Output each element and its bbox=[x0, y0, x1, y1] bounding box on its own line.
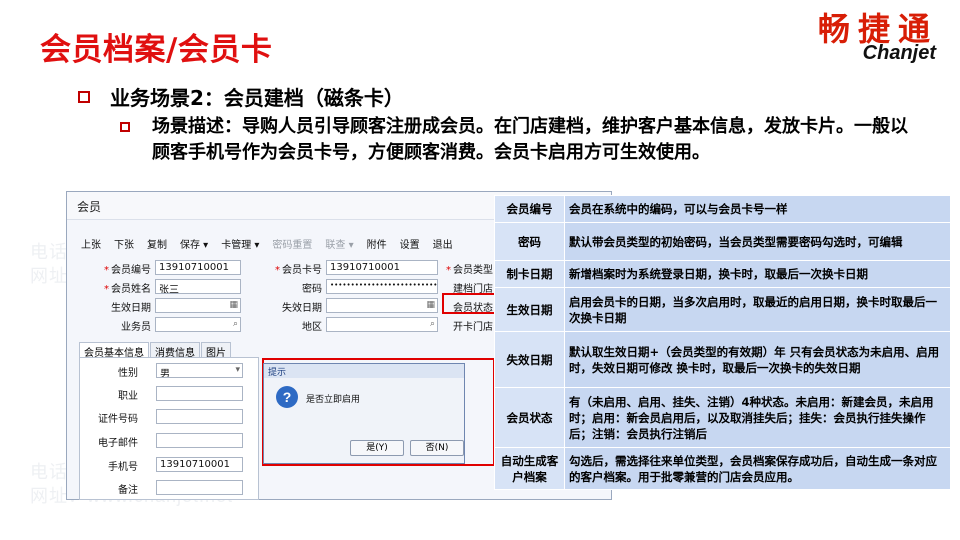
card-store-label: 开卡门店 bbox=[453, 322, 493, 333]
job-label: 职业 bbox=[118, 391, 138, 402]
password-input[interactable]: •••••••••••••••••••••••••••• bbox=[326, 279, 438, 294]
table-value-cell: 新增档案时为系统登录日期，换卡时，取最后一次换卡日期 bbox=[564, 260, 951, 288]
yes-button[interactable]: 是(Y) bbox=[350, 440, 404, 456]
table-key-cell: 生效日期 bbox=[494, 287, 565, 332]
table-value-cell: 会员在系统中的编码，可以与会员卡号一样 bbox=[564, 195, 951, 223]
chanjet-logo: 畅捷通 Chanjet bbox=[776, 4, 946, 70]
job-input[interactable] bbox=[156, 386, 243, 401]
remark-input[interactable] bbox=[156, 480, 243, 495]
id-number-label: 证件号码 bbox=[98, 414, 138, 425]
gender-label: 性别 bbox=[118, 368, 138, 379]
reset-password-button[interactable]: 密码重置 bbox=[272, 236, 312, 251]
effective-date-input[interactable]: ▦ bbox=[155, 298, 241, 313]
logo-en-text: Chanjet bbox=[862, 42, 936, 64]
bullet-level1: 业务场景2：会员建档（磁条卡） bbox=[78, 82, 404, 111]
table-value-cell: 勾选后，需选择往来单位类型，会员档案保存成功后，自动生成一条对应的客户档案。用于… bbox=[564, 447, 951, 490]
tab-pictures[interactable]: 图片 bbox=[201, 342, 231, 359]
email-label: 电子邮件 bbox=[98, 438, 138, 449]
slide-title: 会员档案/会员卡 bbox=[40, 32, 273, 68]
remark-label: 备注 bbox=[118, 485, 138, 496]
chevron-down-icon[interactable]: ▾ bbox=[235, 365, 240, 375]
table-key-cell: 会员编号 bbox=[494, 195, 565, 223]
bullet-level2-text: 场景描述：导购人员引导顾客注册成会员。在门店建档，维护客户基本信息，发放卡片。一… bbox=[152, 116, 908, 163]
expire-date-label: 失效日期 bbox=[282, 303, 322, 314]
mobile-label: 手机号 bbox=[108, 462, 138, 473]
salesperson-input[interactable]: ⌕ bbox=[155, 317, 241, 332]
table-row: 生效日期 启用会员卡的日期，当多次启用时，取最近的启用日期，换卡时取最后一次换卡… bbox=[494, 287, 951, 332]
table-row: 密码 默认带会员类型的初始密码，当会员类型需要密码勾选时，可编辑 bbox=[494, 222, 951, 261]
tab-consumption[interactable]: 消费信息 bbox=[150, 342, 200, 359]
table-value-cell: 默认取生效日期+（会员类型的有效期）年 只有会员状态为未启用、启用时，失效日期可… bbox=[564, 331, 951, 388]
bullet-square-icon bbox=[120, 122, 130, 132]
member-no-label: * 会员编号 bbox=[104, 265, 151, 276]
link-query-button[interactable]: 联查 ▾ bbox=[325, 236, 353, 251]
bullet-level1-text: 业务场景2：会员建档（磁条卡） bbox=[110, 86, 404, 110]
status-highlight-box bbox=[442, 293, 502, 314]
card-manage-button[interactable]: 卡管理 ▾ bbox=[221, 236, 259, 251]
table-row: 会员编号 会员在系统中的编码，可以与会员卡号一样 bbox=[494, 195, 951, 223]
bullet-square-icon bbox=[78, 90, 90, 103]
table-value-cell: 默认带会员类型的初始密码，当会员类型需要密码勾选时，可编辑 bbox=[564, 222, 951, 261]
email-input[interactable] bbox=[156, 433, 243, 448]
table-key-cell: 制卡日期 bbox=[494, 260, 565, 288]
region-input[interactable]: ⌕ bbox=[326, 317, 438, 332]
table-row: 自动生成客户档案 勾选后，需选择往来单位类型，会员档案保存成功后，自动生成一条对… bbox=[494, 447, 951, 490]
settings-button[interactable]: 设置 bbox=[400, 236, 420, 251]
prev-button[interactable]: 上张 bbox=[81, 236, 101, 251]
search-icon[interactable]: ⌕ bbox=[233, 319, 238, 329]
attachment-button[interactable]: 附件 bbox=[367, 236, 387, 251]
no-button[interactable]: 否(N) bbox=[410, 440, 464, 456]
member-no-input[interactable]: 13910710001 bbox=[155, 260, 241, 275]
salesperson-label: 业务员 bbox=[121, 322, 151, 333]
password-label: 密码 bbox=[302, 284, 322, 295]
dialog-message: 是否立即启用 bbox=[306, 395, 361, 405]
table-key-cell: 失效日期 bbox=[494, 331, 565, 388]
exit-button[interactable]: 退出 bbox=[433, 236, 453, 251]
question-icon: ? bbox=[276, 386, 298, 408]
bullet-level2: 场景描述：导购人员引导顾客注册成会员。在门店建档，维护客户基本信息，发放卡片。一… bbox=[120, 114, 920, 166]
table-key-cell: 会员状态 bbox=[494, 387, 565, 448]
field-description-table: 会员编号 会员在系统中的编码，可以与会员卡号一样 密码 默认带会员类型的初始密码… bbox=[494, 195, 951, 490]
card-no-input[interactable]: 13910710001 bbox=[326, 260, 438, 275]
save-button[interactable]: 保存 ▾ bbox=[180, 236, 208, 251]
mobile-input[interactable]: 13910710001 bbox=[156, 457, 243, 472]
id-number-input[interactable] bbox=[156, 409, 243, 424]
region-label: 地区 bbox=[302, 322, 322, 333]
member-name-label: * 会员姓名 bbox=[104, 284, 151, 295]
table-value-cell: 有（未启用、启用、挂失、注销）4种状态。未启用：新建会员，未启用时；启用：新会员… bbox=[564, 387, 951, 448]
dialog-title: 提示 bbox=[264, 364, 464, 378]
table-key-cell: 密码 bbox=[494, 222, 565, 261]
member-name-input[interactable]: 张三 bbox=[155, 279, 241, 294]
enable-confirm-dialog: 提示 ? 是否立即启用 是(Y) 否(N) bbox=[263, 363, 465, 464]
member-type-label: * 会员类型 bbox=[446, 265, 493, 276]
card-no-label: * 会员卡号 bbox=[275, 265, 322, 276]
table-row: 会员状态 有（未启用、启用、挂失、注销）4种状态。未启用：新建会员，未启用时；启… bbox=[494, 387, 951, 448]
table-key-cell: 自动生成客户档案 bbox=[494, 447, 565, 490]
copy-button[interactable]: 复制 bbox=[147, 236, 167, 251]
table-row: 制卡日期 新增档案时为系统登录日期，换卡时，取最后一次换卡日期 bbox=[494, 260, 951, 288]
detail-tabs: 会员基本信息 消费信息 图片 bbox=[79, 342, 232, 359]
table-row: 失效日期 默认取生效日期+（会员类型的有效期）年 只有会员状态为未启用、启用时，… bbox=[494, 331, 951, 388]
table-value-cell: 启用会员卡的日期，当多次启用时，取最近的启用日期，换卡时取最后一次换卡日期 bbox=[564, 287, 951, 332]
calendar-icon[interactable]: ▦ bbox=[229, 300, 238, 310]
gender-select[interactable]: 男 ▾ bbox=[156, 363, 243, 378]
basic-info-panel: 性别 男 ▾ 职业 证件号码 电子邮件 手机号 13910710001 备注 bbox=[79, 357, 259, 500]
effective-date-label: 生效日期 bbox=[111, 303, 151, 314]
expire-date-input[interactable]: ▦ bbox=[326, 298, 438, 313]
next-button[interactable]: 下张 bbox=[114, 236, 134, 251]
tab-basic-info[interactable]: 会员基本信息 bbox=[79, 342, 149, 359]
